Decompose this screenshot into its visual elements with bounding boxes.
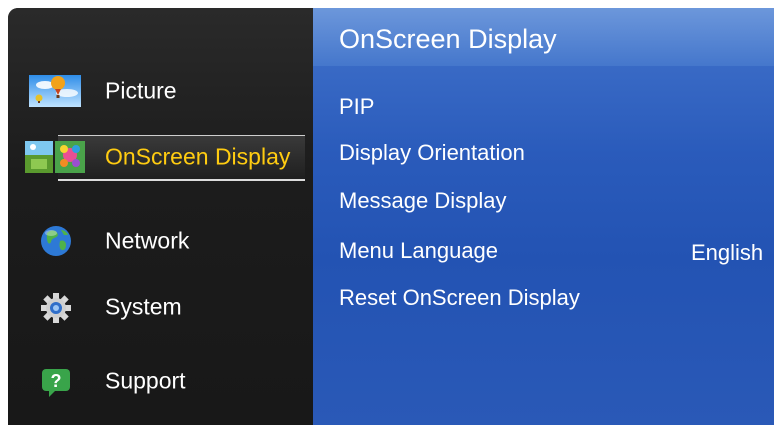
menu-item-support[interactable]: ? Support [8, 354, 313, 408]
panel-title: OnScreen Display [339, 24, 557, 54]
option-reset-onscreen-display[interactable]: Reset OnScreen Display [339, 283, 580, 313]
menu-item-system[interactable]: System [8, 280, 313, 334]
option-menu-language[interactable]: Menu Language [339, 236, 498, 266]
system-gear-icon [27, 287, 83, 327]
menu-item-label: OnScreen Display [105, 143, 291, 170]
menu-item-label: Picture [105, 77, 177, 104]
picture-icon [27, 71, 83, 111]
option-display-orientation[interactable]: Display Orientation [339, 138, 525, 168]
menu-item-label: Support [105, 367, 186, 394]
menu-item-label: System [105, 293, 182, 320]
network-globe-icon [27, 221, 83, 261]
main-menu-sidebar: Picture OnScreen Display Network System … [8, 8, 313, 425]
menu-item-picture[interactable]: Picture [8, 64, 313, 118]
menu-language-value: English [691, 240, 764, 265]
svg-text:?: ? [51, 371, 62, 391]
menu-item-label: Network [105, 227, 190, 254]
onscreen-display-icon [23, 137, 87, 177]
option-pip[interactable]: PIP [339, 92, 374, 122]
menu-item-onscreen-display[interactable]: OnScreen Display [8, 130, 313, 184]
tv-menu-screen: Picture OnScreen Display Network System … [8, 8, 774, 425]
submenu-panel: OnScreen Display PIP Display Orientation… [313, 8, 774, 425]
option-message-display[interactable]: Message Display [339, 186, 507, 216]
menu-item-network[interactable]: Network [8, 214, 313, 268]
support-question-icon: ? [27, 361, 83, 401]
